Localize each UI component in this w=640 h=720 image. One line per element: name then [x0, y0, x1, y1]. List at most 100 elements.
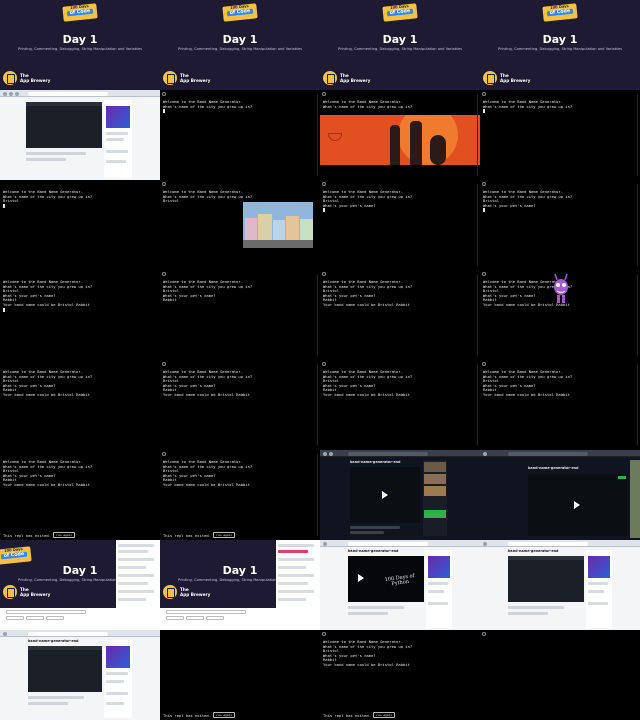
run-indicator-icon — [322, 92, 326, 96]
chip[interactable] — [166, 616, 184, 620]
run-indicator-icon — [482, 632, 486, 636]
play-icon[interactable] — [382, 491, 388, 499]
browser-chrome — [320, 450, 480, 457]
day-title: Day 1 — [62, 33, 98, 46]
forward-icon[interactable] — [9, 91, 13, 96]
app-brewery-logo-icon — [3, 585, 17, 599]
run-again-button[interactable]: run again — [53, 532, 76, 538]
search-box[interactable] — [6, 610, 86, 614]
replit-video-frame: band-name-generator-end — [320, 450, 480, 540]
browser-chrome — [0, 90, 160, 97]
browser-chrome — [480, 540, 640, 547]
text-cursor — [323, 208, 325, 213]
play-icon[interactable] — [358, 574, 364, 582]
day-title: Day 1 — [382, 33, 418, 46]
brand: The App Brewery — [323, 70, 370, 86]
exited-text: This repl has exited. — [3, 532, 52, 538]
console-result: Your band name could be Bristol Rabbit — [163, 391, 250, 397]
search-box[interactable] — [166, 610, 246, 614]
day-subtitle: Printing, Commenting, Debugging, String … — [177, 47, 303, 51]
related-sidebar — [423, 460, 447, 536]
bull-logo-icon — [328, 133, 342, 141]
chip[interactable] — [186, 616, 204, 620]
brand-bottom: App Brewery — [20, 592, 51, 597]
repl-title: band-name-generator-end — [508, 549, 559, 553]
youtube-sidebar — [104, 100, 132, 178]
course-badge: 100 Days of Code — [222, 3, 258, 22]
console-frame: Welcome to the Band Name Generator. What… — [0, 450, 160, 540]
run-button[interactable] — [424, 510, 446, 518]
run-indicator-icon — [162, 362, 166, 366]
play-icon[interactable] — [574, 501, 580, 509]
youtube-sidebar — [586, 550, 612, 628]
video-thumbnail[interactable] — [106, 646, 130, 668]
code-editor[interactable] — [26, 102, 102, 148]
address-bar[interactable] — [348, 541, 428, 546]
brand: The App Brewery — [163, 584, 210, 600]
title-frame-4: 100 Days of Code Day 1 Printing, Commenti… — [480, 0, 640, 90]
back-icon[interactable] — [3, 91, 7, 96]
title-frame-3: 100 Days of Code Day 1 Printing, Commenti… — [320, 0, 480, 90]
course-badge: 100 Days of Code — [62, 3, 98, 22]
code-editor[interactable] — [508, 556, 584, 602]
run-indicator-icon — [322, 272, 326, 276]
code-editor[interactable] — [28, 646, 102, 692]
back-icon[interactable] — [3, 631, 7, 636]
console-cursor-line — [3, 307, 157, 313]
app-brewery-logo-icon — [163, 71, 177, 85]
run-indicator-icon — [482, 272, 486, 276]
back-icon[interactable] — [323, 541, 327, 546]
app-brewery-logo-icon — [483, 71, 497, 85]
console-frame: Welcome to the Band Name Generator. What… — [160, 90, 320, 180]
run-indicator-icon — [482, 92, 486, 96]
back-icon[interactable] — [483, 451, 487, 456]
console-frame-with-art: Welcome to the Band Name Generator. What… — [320, 90, 480, 180]
replit-video-frame: band-name-generator-end — [480, 450, 640, 540]
video-thumbnail[interactable] — [588, 556, 610, 578]
console-frame: Welcome to the Band Name Generator. What… — [320, 180, 480, 270]
run-again-button[interactable]: run again — [373, 712, 396, 718]
forward-icon[interactable] — [329, 451, 333, 456]
day-subtitle: Printing, Commenting, Debugging, String … — [497, 47, 623, 51]
console-result: Your band name could be Bristol Rabbit — [483, 391, 570, 397]
text-cursor — [483, 208, 485, 213]
video-thumbnail[interactable] — [106, 106, 130, 128]
address-bar[interactable] — [28, 631, 108, 636]
console-frame: Welcome to the Band Name Generator. What… — [160, 450, 320, 540]
back-icon[interactable] — [323, 451, 327, 456]
purple-monster-icon — [554, 273, 568, 303]
console-cursor-line — [483, 109, 637, 114]
run-indicator-icon — [482, 362, 486, 366]
run-again-button[interactable]: run again — [213, 532, 236, 538]
address-bar[interactable] — [348, 451, 428, 456]
chip[interactable] — [46, 616, 64, 620]
console-cursor-line — [483, 208, 637, 213]
brand-bottom: App Brewery — [20, 78, 51, 83]
run-again-button[interactable]: run again — [213, 712, 236, 718]
console-result: Your band name could be Bristol Rabbit — [3, 481, 90, 487]
address-bar[interactable] — [508, 451, 588, 456]
run-indicator-icon — [162, 452, 166, 456]
console-frame-empty — [480, 630, 640, 720]
console-frame: Welcome to the Band Name Generator. What… — [0, 360, 160, 450]
console-frame: Welcome to the Band Name Generator. What… — [0, 180, 160, 270]
console-cursor-line — [163, 109, 317, 114]
back-icon[interactable] — [483, 541, 487, 546]
day-title: Day 1 — [542, 33, 578, 46]
video-thumbnail[interactable] — [428, 556, 450, 578]
youtube-sidebar — [276, 540, 320, 608]
chip[interactable] — [206, 616, 224, 620]
brand: The App Brewery — [163, 70, 210, 86]
reload-icon[interactable] — [15, 91, 19, 96]
app-brewery-logo-icon — [323, 71, 337, 85]
console-frame: Welcome to the Band Name Generator. What… — [480, 180, 640, 270]
app-brewery-logo-icon — [3, 71, 17, 85]
address-bar[interactable] — [508, 541, 588, 546]
exit-status: This repl has exited. run again — [323, 712, 396, 718]
run-button[interactable] — [618, 476, 626, 479]
chip[interactable] — [6, 616, 24, 620]
brand-bottom: App Brewery — [180, 592, 211, 597]
chip[interactable] — [26, 616, 44, 620]
address-bar[interactable] — [28, 91, 108, 96]
console-cursor-line — [3, 203, 157, 209]
